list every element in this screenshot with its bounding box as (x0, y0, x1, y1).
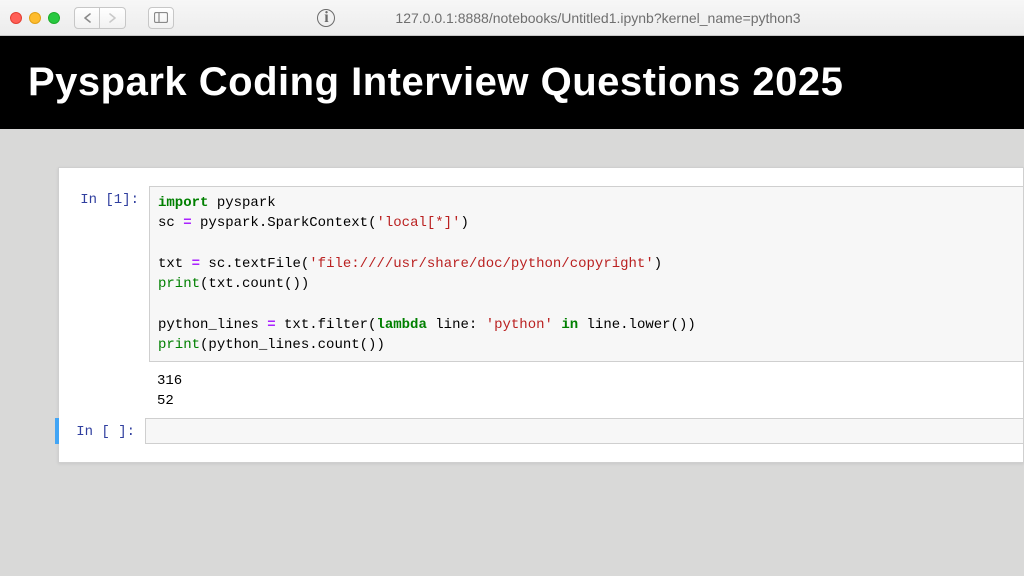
back-button[interactable] (74, 7, 100, 29)
cell-prompt: In [ ]: (59, 418, 145, 440)
address-bar-area: i 127.0.0.1:8888/notebooks/Untitled1.ipy… (182, 9, 1014, 27)
url-text[interactable]: 127.0.0.1:8888/notebooks/Untitled1.ipynb… (395, 10, 800, 26)
maximize-icon[interactable] (48, 12, 60, 24)
sidebar-toggle-button[interactable] (148, 7, 174, 29)
page-body: In [1]:import pyspark sc = pyspark.Spark… (0, 129, 1024, 573)
close-icon[interactable] (10, 12, 22, 24)
title-banner: Pyspark Coding Interview Questions 2025 (0, 36, 1024, 129)
page-title: Pyspark Coding Interview Questions 2025 (28, 60, 996, 105)
cell-input[interactable]: import pyspark sc = pyspark.SparkContext… (149, 186, 1023, 362)
notebook-container: In [1]:import pyspark sc = pyspark.Spark… (58, 167, 1024, 463)
cell-output: 316 52 (149, 368, 1023, 417)
code-cell[interactable]: In [1]:import pyspark sc = pyspark.Spark… (59, 186, 1023, 362)
cell-input[interactable] (145, 418, 1023, 444)
site-info-icon[interactable]: i (317, 9, 335, 27)
window-controls (10, 12, 60, 24)
code-cell[interactable]: In [ ]: (55, 418, 1023, 444)
cell-prompt: In [1]: (59, 186, 149, 208)
nav-back-forward (74, 7, 126, 29)
forward-button[interactable] (100, 7, 126, 29)
browser-chrome: i 127.0.0.1:8888/notebooks/Untitled1.ipy… (0, 0, 1024, 36)
minimize-icon[interactable] (29, 12, 41, 24)
